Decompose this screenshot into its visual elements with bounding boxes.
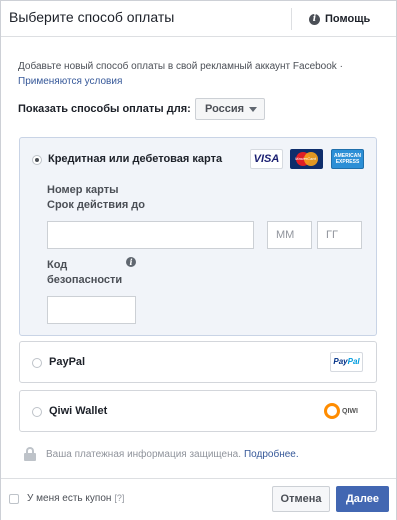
mastercard-logo-icon: MasterCard [290,149,323,169]
qiwi-logo-icon: QIWI [324,400,358,422]
paypal-payment-option[interactable]: PayPal PayPal [19,341,377,383]
card-radio[interactable] [32,155,42,165]
cancel-button[interactable]: Отмена [272,486,330,512]
terms-link[interactable]: Применяются условия [18,76,122,87]
cvv-input[interactable] [47,296,136,324]
paypal-radio[interactable] [32,358,42,368]
secure-notice: Ваша платежная информация защищена. Подр… [24,447,299,461]
caret-down-icon [249,106,258,112]
header-divider [291,8,292,30]
qiwi-label: Qiwi Wallet [49,405,108,417]
expiry-month-input[interactable]: ММ [267,221,312,249]
coupon-label-text: У меня есть купон [27,493,112,504]
dialog-header: Выберите способ оплаты i Помощь [1,1,396,37]
paypal-logo-text-1: Pay [333,357,348,366]
mastercard-logo-text: MasterCard [295,156,316,161]
lock-icon [24,447,36,461]
cvv-label-line2: безопасности [47,274,123,286]
next-button[interactable]: Далее [336,486,389,512]
country-selected-value: Россия [205,103,245,115]
dialog-title: Выберите способ оплаты [9,9,175,25]
learn-more-link[interactable]: Подробнее. [244,449,299,460]
cvv-label-line1: Код [47,259,68,271]
intro-description: Добавьте новый способ оплаты в свой рекл… [18,61,343,72]
amex-logo-icon: AMERICAN EXPRESS [331,149,364,169]
paypal-logo-text-2: Pal [347,357,360,366]
paypal-label: PayPal [49,356,86,368]
qiwi-logo-text: QIWI [342,407,358,415]
help-button[interactable]: i Помощь [309,13,370,25]
secure-text: Ваша платежная информация защищена. [46,448,241,460]
visa-logo-icon: VISA [250,149,283,169]
coupon-label: У меня есть купон [?] [27,493,124,504]
coupon-help-link[interactable]: [?] [114,493,124,503]
coupon-checkbox[interactable] [9,494,19,504]
card-payment-option[interactable]: Кредитная или дебетовая карта VISA Maste… [19,137,377,336]
cvv-info-icon[interactable]: i [126,257,136,267]
info-icon: i [309,13,320,25]
country-select[interactable]: Россия [195,98,265,120]
paypal-logo-icon: PayPal [330,352,363,372]
qiwi-payment-option[interactable]: Qiwi Wallet QIWI [19,390,377,432]
card-number-input[interactable] [47,221,254,249]
intro-text: Добавьте новый способ оплаты в свой рекл… [18,59,378,89]
country-label: Показать способы оплаты для: [18,103,191,115]
dialog-footer: У меня есть купон [?] Отмена Далее [1,478,396,520]
qiwi-radio[interactable] [32,407,42,417]
payment-method-dialog: Выберите способ оплаты i Помощь Добавьте… [0,0,397,520]
cvv-label: Код безопасности [47,258,122,288]
card-option-label: Кредитная или дебетовая карта [48,153,223,165]
expiry-label: Срок действия до [47,199,146,211]
card-number-label: Номер карты [47,184,119,196]
help-label: Помощь [325,13,371,25]
expiry-year-input[interactable]: ГГ [317,221,362,249]
